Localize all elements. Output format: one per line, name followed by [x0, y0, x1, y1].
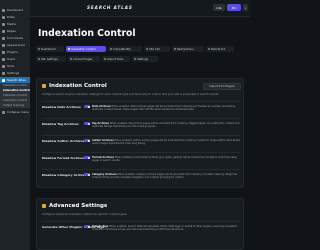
toggle-switch[interactable]	[84, 105, 90, 108]
setting-description: Author Archives When enabled, author arc…	[92, 138, 240, 145]
toggle-switch[interactable]	[84, 156, 90, 159]
user-icon	[2, 57, 5, 61]
setting-description: Robots Tags When enabled, Search Atlas w…	[92, 224, 237, 231]
sidebar-item-label: Posts	[7, 15, 15, 19]
wrench-icon	[2, 64, 5, 68]
sidebar-subitem-instant-indexing[interactable]: Instant Indexing	[0, 103, 30, 108]
sidebar-item-label: Comments	[7, 36, 24, 40]
sidebar-item-label: Plugins	[7, 50, 18, 54]
atlas-icon	[2, 78, 5, 82]
setting-label: Disallow Author Archives	[42, 139, 85, 143]
sidebar-item-settings[interactable]: Settings	[0, 70, 30, 76]
admin-sidebar: Dashboard Posts Media Pages Comments App…	[0, 0, 30, 250]
sidebar-top	[0, 0, 30, 6]
sidebar-item-label: Appearance	[7, 43, 26, 47]
tab-indexation-control[interactable]: Indexation Control	[66, 46, 106, 52]
plugin-topbar: SEARCH ATLAS Lite Pro •	[30, 0, 250, 17]
setting-description: Date Archives When enabled, date archive…	[92, 104, 236, 111]
import-from-plugins-button[interactable]: Import from Plugins	[203, 83, 241, 90]
tab-redirections[interactable]: Redirections	[172, 46, 204, 52]
tab-dashboard[interactable]: Dashboard	[36, 46, 64, 52]
setting-row-robots-tags: Generate Other Plugins' Robots Tags Robo…	[42, 221, 240, 239]
setting-row-tag-archives: Disallow Tag Archives Tag Archives When …	[42, 118, 240, 134]
title-icon	[42, 204, 46, 208]
title-icon	[42, 84, 46, 88]
sidebar-item-users[interactable]: Users	[0, 56, 30, 62]
tab-import-tools[interactable]: Import Tools	[102, 56, 130, 62]
sidebar-item-label: Settings	[7, 71, 20, 75]
card-description: Configure advanced indexation options fo…	[42, 213, 128, 216]
settings-icon	[2, 71, 5, 75]
notification-button[interactable]: •	[243, 4, 248, 11]
sidebar-item-media[interactable]: Media	[0, 21, 30, 27]
toggle-switch[interactable]	[84, 139, 90, 142]
card-description: Configure search engine indexation setti…	[42, 93, 220, 96]
collapse-icon	[2, 110, 5, 114]
tab-compatibility[interactable]: Compatibility	[108, 46, 142, 52]
plug-icon	[2, 50, 5, 54]
setting-label: Disallow Format Archives	[42, 156, 85, 160]
toggle-switch[interactable]	[84, 173, 90, 176]
brush-icon	[2, 43, 5, 47]
sidebar-item-label: Pages	[7, 29, 16, 33]
sidebar-item-comments[interactable]: Comments	[0, 35, 30, 41]
pro-button[interactable]: Pro	[227, 4, 241, 11]
sidebar-item-plugins[interactable]: Plugins	[0, 49, 30, 55]
tab-site-info[interactable]: Site Info	[144, 46, 170, 52]
setting-description: Format Archives When enabled, post forma…	[92, 155, 237, 162]
sidebar-item-label: Users	[7, 57, 16, 61]
sidebar-item-tools[interactable]: Tools	[0, 63, 30, 69]
setting-row-format-archives: Disallow Format Archives Format Archives…	[42, 152, 240, 168]
setting-description: Tag Archives When enabled, tag archive p…	[92, 121, 240, 128]
sidebar-item-pages[interactable]: Pages	[0, 28, 30, 34]
sidebar-item-dashboard[interactable]: Dashboard	[0, 7, 30, 13]
sidebar-item-posts[interactable]: Posts	[0, 14, 30, 20]
tab-content-pages[interactable]: Content Pages	[68, 56, 100, 62]
advanced-settings-card: Advanced Settings Configure advanced ind…	[36, 198, 244, 250]
lite-button[interactable]: Lite	[213, 4, 225, 11]
comment-icon	[2, 36, 5, 40]
setting-label: Disallow Tag Archives	[42, 122, 79, 126]
page-title: Indexation Control	[38, 28, 136, 39]
setting-label: Disallow Category Archives	[42, 173, 89, 177]
sidebar-item-appearance[interactable]: Appearance	[0, 42, 30, 48]
tab-ssl-settings[interactable]: SSL Settings	[36, 56, 66, 62]
setting-label: Disallow Date Archives	[42, 105, 81, 109]
search-atlas-logo: SEARCH ATLAS	[87, 5, 133, 10]
setting-description: Category Archives When enabled, category…	[92, 172, 238, 179]
tab-robots-txt[interactable]: Robots.txt	[206, 46, 234, 52]
media-icon	[2, 22, 5, 26]
setting-row-category-archives: Disallow Category Archives Category Arch…	[42, 169, 240, 187]
toggle-switch[interactable]	[84, 225, 90, 228]
sidebar-item-label: Search Atlas	[7, 78, 26, 82]
tab-settings[interactable]: Settings	[132, 56, 158, 62]
dashboard-icon	[2, 8, 5, 12]
sidebar-item-label: Dashboard	[7, 8, 24, 12]
setting-row-author-archives: Disallow Author Archives Author Archives…	[42, 135, 240, 151]
card-title: Indexation Control	[42, 83, 107, 89]
sidebar-item-label: Tools	[7, 64, 15, 68]
setting-row-date-archives: Disallow Date Archives Date Archives Whe…	[42, 101, 240, 117]
collapse-menu-button[interactable]: Collapse menu	[0, 109, 30, 115]
sidebar-item-label: Media	[7, 22, 17, 26]
page-icon	[2, 29, 5, 33]
card-title: Advanced Settings	[42, 203, 107, 209]
indexation-control-card: Indexation Control Import from Plugins C…	[36, 78, 244, 188]
pin-icon	[2, 15, 5, 19]
toggle-switch[interactable]	[84, 122, 90, 125]
